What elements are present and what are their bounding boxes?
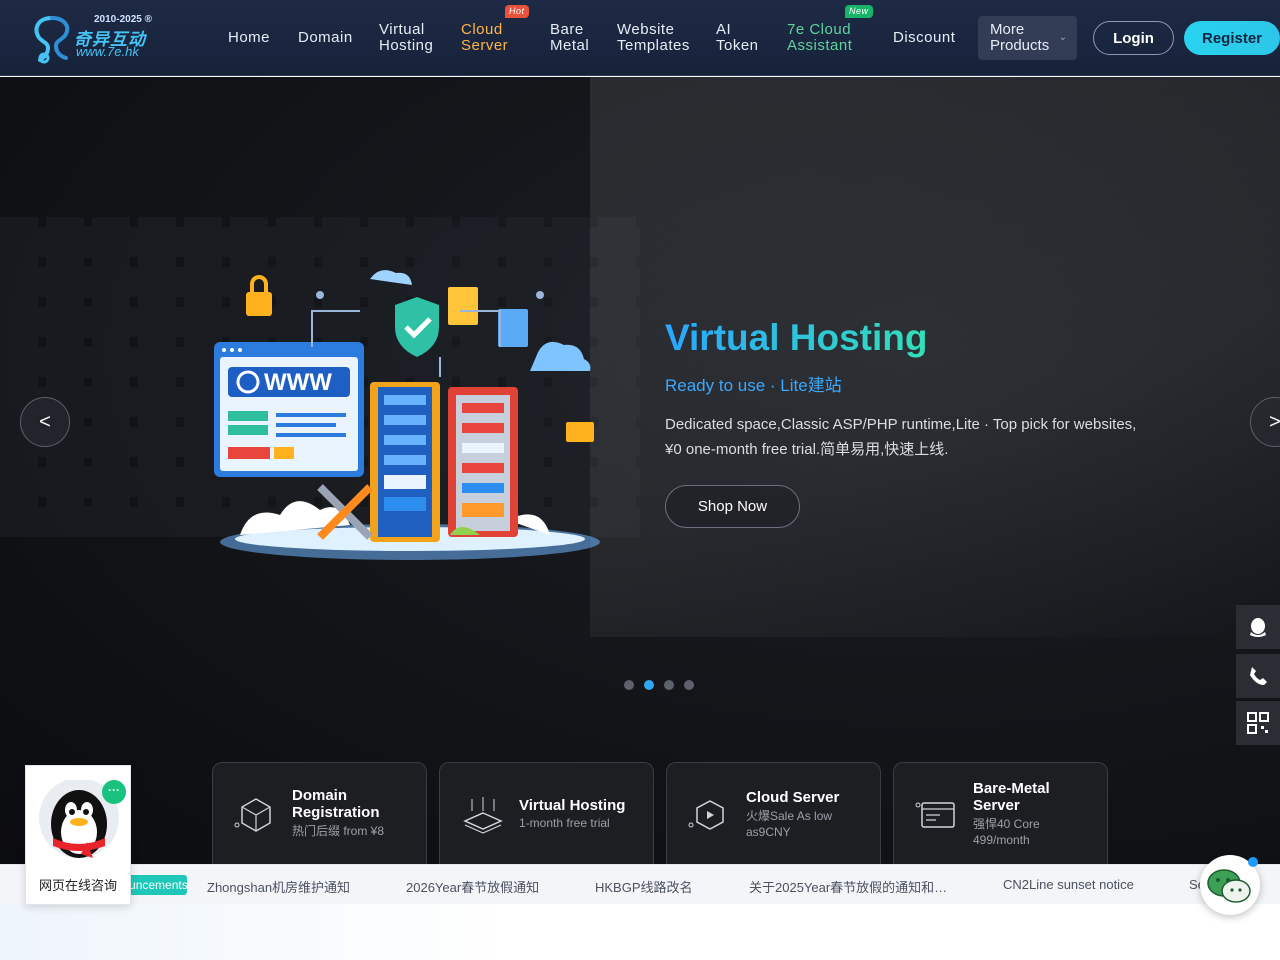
nav-bare-metal[interactable]: Bare Metal (550, 22, 589, 54)
announcement-item[interactable]: CN2Line sunset notice (1003, 877, 1134, 892)
product-card-cloud-server[interactable]: Cloud Server 火爆Sale As low as9CNY (666, 762, 881, 864)
qq-consult-label: 网页在线咨询 (38, 878, 117, 893)
hot-badge: Hot (505, 5, 529, 18)
logo-years: 2010-2025 ® (94, 14, 152, 25)
product-card-bare-metal[interactable]: Bare-Metal Server 强悍40 Core 499/month (893, 762, 1108, 864)
server-window-icon (915, 802, 955, 828)
product-card-domain[interactable]: Domain Registration 热门后缀 from ¥8 (212, 762, 427, 864)
card-subtitle-line-2: 499/month (973, 833, 1030, 847)
announcement-item[interactable]: Zhongshan机房维护通知 (207, 877, 350, 896)
hero-description: Dedicated space,Classic ASP/PHP runtime,… (665, 416, 1137, 458)
nav-bare-metal-label-2: Metal (550, 37, 590, 54)
announcement-bar: Announcements Zhongshan机房维护通知 2026Year春节… (0, 864, 1280, 904)
card-subtitle: 火爆Sale As low as9CNY (746, 808, 832, 840)
qrcode-button[interactable] (1236, 701, 1280, 745)
nav-virtual-hosting-label-2: Hosting (379, 37, 434, 54)
nav-cloud-server-label-1: Cloud (461, 21, 503, 38)
www-label: WWW (264, 369, 332, 396)
card-subtitle-line-2: as9CNY (746, 825, 791, 839)
qrcode-icon (1247, 712, 1269, 734)
nav-ai-token-label-1: AI (716, 21, 732, 38)
card-subtitle-line-1: 火爆Sale As low (746, 809, 833, 823)
announcement-item[interactable]: HKBGP线路改名 (595, 877, 693, 896)
card-subtitle: 强悍40 Core 499/month (973, 816, 1040, 848)
cloud-hexagon-icon (688, 800, 724, 830)
nav-virtual-hosting-label-1: Virtual (379, 21, 425, 38)
card-title-line-2: Registration (292, 804, 380, 821)
announcement-label: Announcements (128, 875, 187, 895)
hero-title: Virtual Hosting (665, 317, 928, 358)
card-title: Domain Registration (292, 787, 380, 821)
card-title-line-1: Domain (292, 787, 348, 804)
login-button[interactable]: Login (1093, 21, 1174, 55)
nav-ai-token[interactable]: AI Token (716, 22, 759, 54)
qq-online-consult-widget[interactable]: ··· 网页在线咨询 (25, 765, 131, 905)
nav-more-label-2: Products (990, 37, 1050, 54)
nav-more-label-1: More (990, 21, 1025, 38)
register-button[interactable]: Register (1184, 21, 1280, 55)
announcement-item[interactable]: 关于2025Year春节放假的通知和… (749, 877, 947, 896)
qq-icon (1250, 618, 1266, 637)
hero-subtitle: Ready to use · Lite建站 (665, 376, 842, 395)
card-title: Cloud Server (746, 789, 840, 806)
carousel-indicators (624, 677, 704, 690)
wechat-float-button[interactable] (1200, 855, 1260, 915)
card-subtitle: 1-month free trial (519, 816, 610, 830)
logo-mark-icon (34, 16, 70, 64)
card-title: Bare-Metal Server (973, 780, 1050, 814)
hosting-layers-icon (463, 797, 503, 834)
product-card-virtual-hosting[interactable]: Virtual Hosting 1-month free trial (439, 762, 654, 864)
nav-website-templates-label-2: Templates (617, 37, 690, 54)
notification-dot (1248, 857, 1258, 867)
hosting-illustration: WWW (214, 270, 600, 560)
top-navbar: 2010-2025 ® 奇异互动 www.7e.hk Home Domain V… (0, 0, 1280, 76)
card-title-line-2: Server (973, 797, 1020, 814)
nav-discount[interactable]: Discount (893, 30, 955, 46)
nav-cloud-assistant[interactable]: New 7e Cloud Assistant (787, 5, 873, 54)
phone-icon (1250, 667, 1267, 685)
nav-domain[interactable]: Domain (298, 30, 353, 46)
new-badge: New (845, 5, 873, 18)
card-title: Virtual Hosting (519, 797, 626, 814)
chat-bubble-icon: ··· (102, 780, 126, 804)
phone-contact-button[interactable] (1236, 654, 1280, 698)
qq-contact-button[interactable] (1236, 605, 1280, 649)
nav-cloud-server[interactable]: Hot Cloud Server (461, 5, 529, 54)
carousel-dot[interactable] (664, 680, 674, 690)
nav-website-templates[interactable]: Website Templates (617, 22, 690, 54)
carousel-dot[interactable] (644, 680, 654, 690)
nav-website-templates-label-1: Website (617, 21, 675, 38)
nav-bare-metal-label-1: Bare (550, 21, 584, 38)
nav-virtual-hosting[interactable]: Virtual Hosting (379, 22, 433, 54)
carousel-dot[interactable] (684, 680, 694, 690)
logo-url: www.7e.hk (76, 44, 139, 59)
card-title-line-1: Bare-Metal (973, 780, 1050, 797)
carousel-prev-button[interactable]: < (20, 397, 70, 447)
card-subtitle: 热门后缀 from ¥8 (292, 824, 385, 838)
card-subtitle-line-1: 强悍40 Core (973, 817, 1040, 831)
nav-home[interactable]: Home (228, 30, 270, 46)
carousel-dot[interactable] (624, 680, 634, 690)
domain-cube-icon (234, 798, 271, 832)
site-logo[interactable]: 2010-2025 ® 奇异互动 www.7e.hk (30, 12, 160, 64)
nav-cloud-assistant-label-2: Assistant (787, 37, 853, 54)
shop-now-button[interactable]: Shop Now (665, 485, 800, 528)
nav-cloud-assistant-label-1: 7e Cloud (787, 21, 852, 38)
page-below-fold (0, 904, 1280, 960)
nav-ai-token-label-2: Token (716, 37, 759, 54)
announcement-item[interactable]: 2026Year春节放假通知 (406, 877, 539, 896)
nav-more-products-dropdown[interactable]: More Products ⌄ (978, 16, 1077, 60)
hero-carousel: WWW Virtual Hosting Ready to use · Lite建… (0, 77, 1280, 864)
nav-cloud-server-label-2: Server (461, 37, 509, 54)
chevron-down-icon: ⌄ (1058, 32, 1067, 43)
